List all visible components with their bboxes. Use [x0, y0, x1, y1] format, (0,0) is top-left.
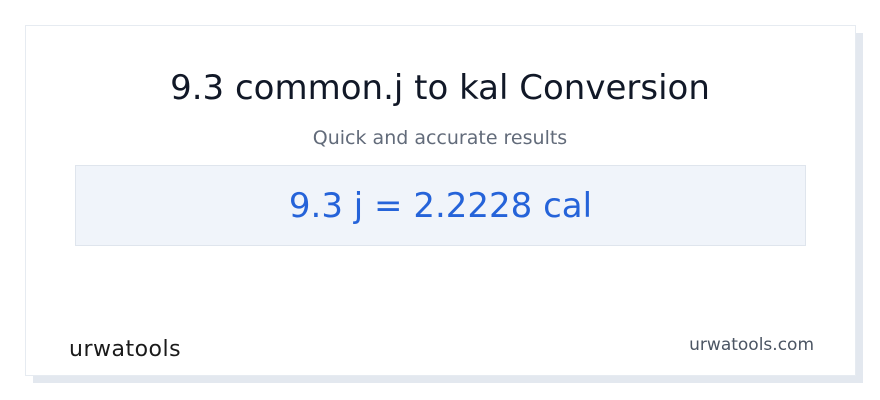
site-link[interactable]: urwatools.com: [689, 334, 814, 356]
result-text: 9.3 j = 2.2228 cal: [288, 185, 593, 226]
result-box: 9.3 j = 2.2228 cal: [75, 165, 806, 246]
page-subtitle: Quick and accurate results: [312, 127, 568, 149]
brand-logo[interactable]: urwatools: [69, 334, 181, 366]
logo-text: urwatools: [69, 337, 182, 362]
page-title: 9.3 common.j to kal Conversion: [170, 68, 710, 108]
